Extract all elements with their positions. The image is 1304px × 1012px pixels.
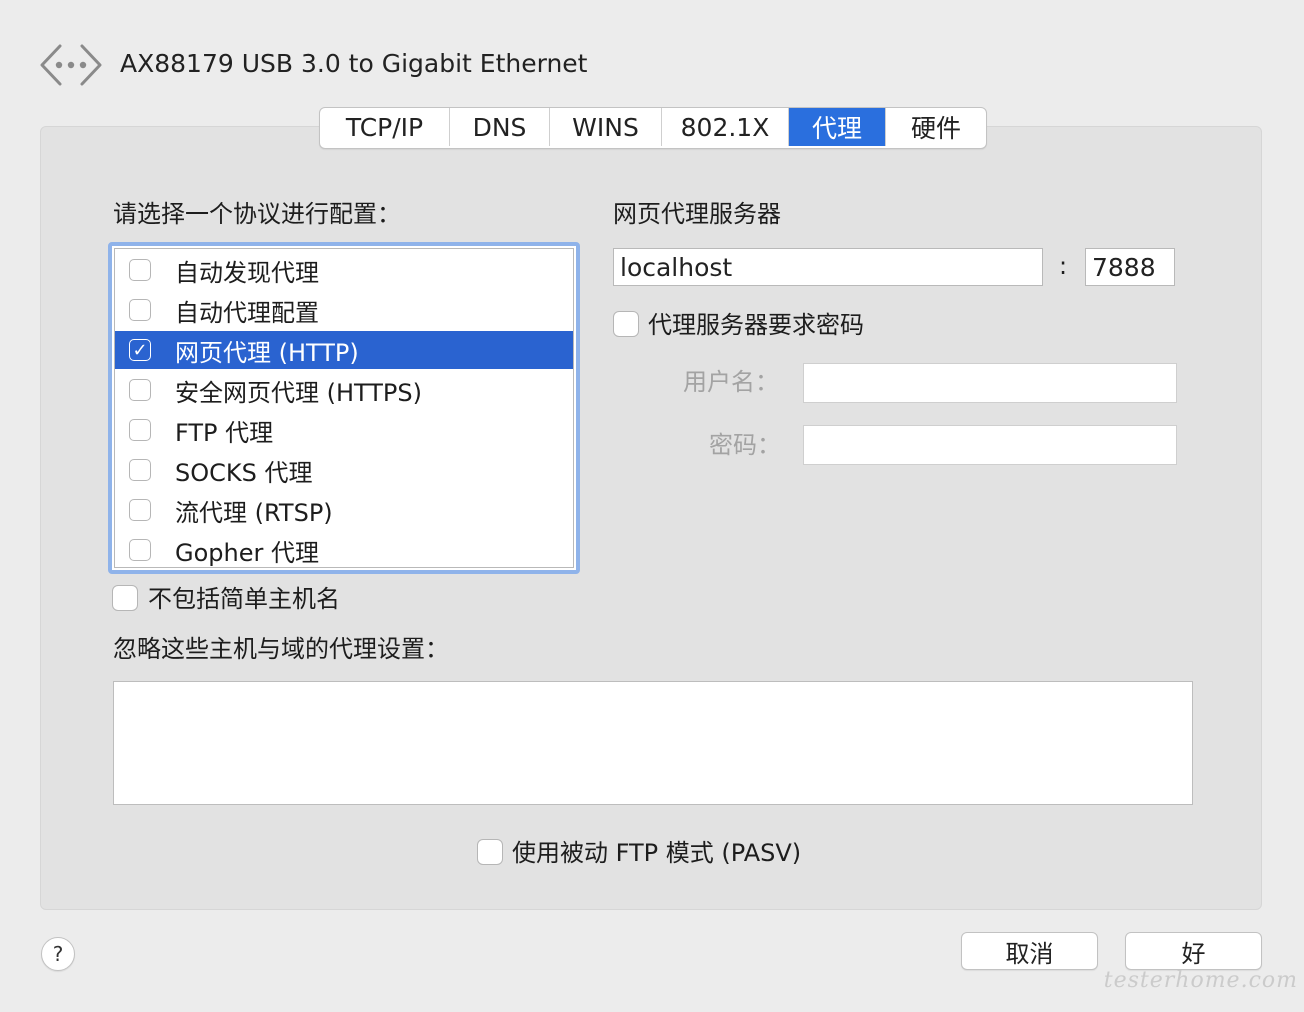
protocol-list[interactable]: 自动发现代理 自动代理配置 ✓ 网页代理 (HTTP) 安全网页代理 (HTTP… [108, 242, 580, 574]
help-button[interactable]: ? [41, 937, 75, 971]
passive-ftp-checkbox[interactable] [477, 839, 503, 865]
tab-8021x[interactable]: 802.1X [662, 108, 789, 146]
protocol-item-label: 网页代理 (HTTP) [175, 338, 359, 367]
cancel-button[interactable]: 取消 [961, 932, 1098, 970]
tab-wins[interactable]: WINS [550, 108, 662, 146]
tab-bar: TCP/IP DNS WINS 802.1X 代理 硬件 [319, 107, 987, 149]
protocol-checkbox[interactable] [129, 499, 151, 521]
protocol-item-label: FTP 代理 [175, 418, 274, 447]
protocol-item-label: Gopher 代理 [175, 538, 319, 567]
protocol-checkbox[interactable] [129, 419, 151, 441]
protocol-heading: 请选择一个协议进行配置： [113, 200, 401, 228]
protocol-item-auto-discovery[interactable]: 自动发现代理 [115, 251, 573, 289]
protocol-item-rtsp[interactable]: 流代理 (RTSP) [115, 491, 573, 529]
auth-required-label: 代理服务器要求密码 [648, 311, 864, 339]
username-input[interactable] [803, 363, 1177, 403]
password-input[interactable] [803, 425, 1177, 465]
protocol-item-label: 自动发现代理 [175, 258, 319, 287]
protocol-item-auto-config[interactable]: 自动代理配置 [115, 291, 573, 329]
protocol-item-label: SOCKS 代理 [175, 458, 313, 487]
server-heading: 网页代理服务器 [613, 200, 781, 228]
network-interface-icon [38, 42, 104, 88]
window-title: AX88179 USB 3.0 to Gigabit Ethernet [120, 49, 588, 78]
ok-button[interactable]: 好 [1125, 932, 1262, 970]
protocol-checkbox[interactable] [129, 539, 151, 561]
tab-hardware[interactable]: 硬件 [886, 108, 986, 146]
protocol-item-label: 安全网页代理 (HTTPS) [175, 378, 423, 407]
protocol-checkbox[interactable] [129, 459, 151, 481]
port-separator: : [1059, 252, 1068, 280]
protocol-item-ftp[interactable]: FTP 代理 [115, 411, 573, 449]
protocol-item-socks[interactable]: SOCKS 代理 [115, 451, 573, 489]
checkmark-icon: ✓ [132, 339, 148, 361]
auth-required-checkbox[interactable] [613, 311, 639, 337]
protocol-checkbox[interactable] [129, 259, 151, 281]
protocol-item-https[interactable]: 安全网页代理 (HTTPS) [115, 371, 573, 409]
username-label: 用户名： [683, 368, 779, 396]
protocol-item-label: 流代理 (RTSP) [175, 498, 333, 527]
watermark: testerhome.com [1103, 968, 1298, 993]
proxy-host-input[interactable]: localhost [613, 248, 1043, 286]
passive-ftp-label: 使用被动 FTP 模式 (PASV) [512, 839, 802, 867]
tab-dns[interactable]: DNS [450, 108, 550, 146]
proxy-port-input[interactable]: 7888 [1085, 248, 1175, 286]
exclude-simple-hostnames-label: 不包括简单主机名 [148, 585, 340, 613]
exclude-simple-hostnames-checkbox[interactable] [112, 585, 138, 611]
tab-tcpip[interactable]: TCP/IP [320, 108, 450, 146]
protocol-item-gopher[interactable]: Gopher 代理 [115, 531, 573, 569]
password-label: 密码： [709, 431, 781, 459]
tab-proxy[interactable]: 代理 [789, 108, 886, 146]
protocol-checkbox[interactable] [129, 299, 151, 321]
bypass-hosts-textarea[interactable] [113, 681, 1193, 805]
protocol-item-label: 自动代理配置 [175, 298, 319, 327]
protocol-item-http[interactable]: ✓ 网页代理 (HTTP) [115, 331, 573, 369]
protocol-checkbox[interactable]: ✓ [129, 339, 151, 361]
protocol-checkbox[interactable] [129, 379, 151, 401]
bypass-label: 忽略这些主机与域的代理设置： [113, 635, 449, 663]
